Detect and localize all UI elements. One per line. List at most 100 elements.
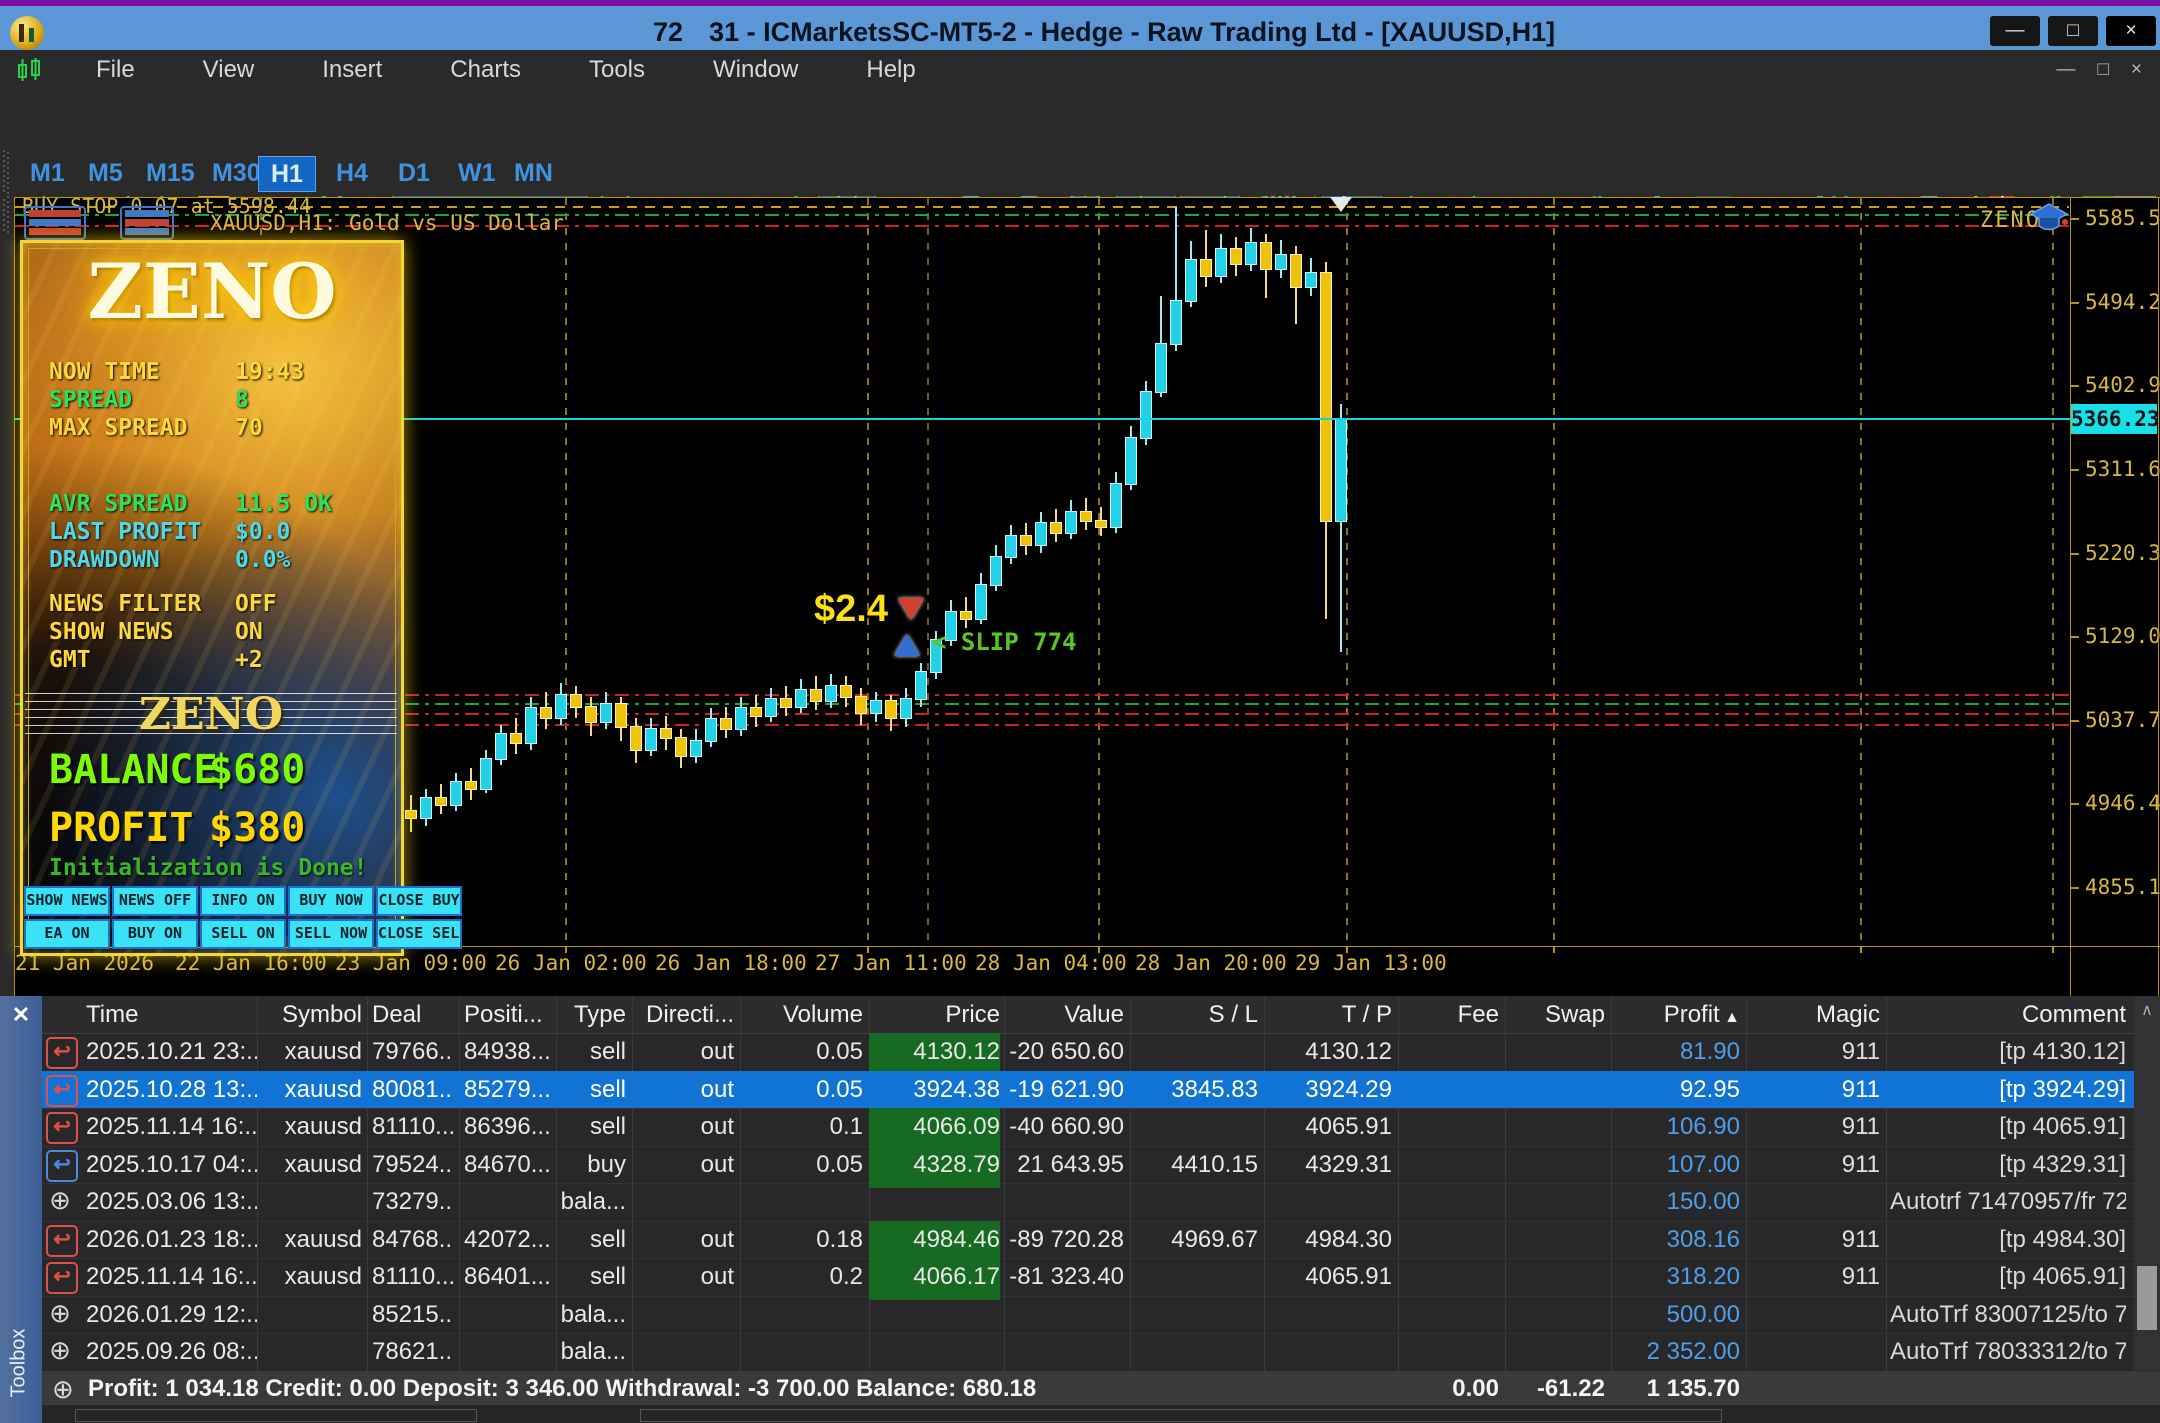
timeframe-h4[interactable]: H4 xyxy=(336,156,368,190)
minimize-button[interactable]: — xyxy=(1990,16,2040,46)
column-header-symbol[interactable]: Symbol xyxy=(262,1001,362,1029)
cell-value: -81 323.40 xyxy=(1008,1263,1124,1291)
column-header-time[interactable]: Time xyxy=(86,1001,257,1029)
menu-item-tools[interactable]: Tools xyxy=(589,56,645,84)
time-axis-tick xyxy=(867,947,869,953)
ea-button-close-buy[interactable]: CLOSE BUY xyxy=(376,886,462,916)
ea-stat-value: 0.0% xyxy=(235,547,290,573)
cell-type: sell xyxy=(560,1038,626,1066)
column-header-volume[interactable]: Volume xyxy=(744,1001,863,1029)
ea-button-ea-on[interactable]: EA ON xyxy=(24,919,110,949)
chart-shift-marker[interactable] xyxy=(1330,197,1352,212)
close-button[interactable]: × xyxy=(2106,16,2156,46)
toolbox-close-button[interactable]: ✕ xyxy=(4,1000,38,1030)
sell-arrow-marker xyxy=(898,598,924,620)
column-header-swap[interactable]: Swap xyxy=(1509,1001,1605,1029)
ea-button-sell-on[interactable]: SELL ON xyxy=(200,919,286,949)
ea-button-sell-now[interactable]: SELL NOW xyxy=(288,919,374,949)
menu-item-file[interactable]: File xyxy=(96,56,135,84)
toolbar-drag-handle[interactable] xyxy=(3,150,9,194)
account-summary-bar: ⊕ Profit: 1 034.18 Credit: 0.00 Deposit:… xyxy=(0,1371,2160,1405)
cell-position: 84938... xyxy=(464,1038,551,1066)
history-row[interactable]: ↩2025.10.28 13:...xauusd80081...85279...… xyxy=(42,1071,2134,1110)
price-axis-tick xyxy=(2070,803,2079,805)
toolbox-tab[interactable] xyxy=(75,1409,477,1422)
candle-body xyxy=(1215,248,1227,277)
history-row[interactable]: ↩2026.01.23 18:...xauusd84768...42072...… xyxy=(0,1221,2160,1260)
timeframe-h1[interactable]: H1 xyxy=(258,156,316,192)
scrollbar-thumb[interactable] xyxy=(2137,1266,2157,1330)
column-header-fee[interactable]: Fee xyxy=(1402,1001,1499,1029)
ea-stat-value: 70 xyxy=(235,415,263,441)
history-row[interactable]: ↩2025.11.14 16:...xauusd81110...86401...… xyxy=(0,1258,2160,1297)
column-header-tp[interactable]: T / P xyxy=(1268,1001,1392,1029)
candle-body xyxy=(1155,343,1167,394)
timeframe-d1[interactable]: D1 xyxy=(398,156,430,190)
ea-button-close-sell[interactable]: CLOSE SELL xyxy=(376,919,462,949)
cell-direction: out xyxy=(636,1151,734,1179)
candle-body xyxy=(1170,300,1182,345)
cell-value: 21 643.95 xyxy=(1008,1151,1124,1179)
menu-item-window[interactable]: Window xyxy=(713,56,798,84)
menu-item-charts[interactable]: Charts xyxy=(450,56,521,84)
column-header-comment[interactable]: Comment xyxy=(1890,1001,2126,1029)
timeframe-m30[interactable]: M30 xyxy=(212,156,261,190)
column-header-profit[interactable]: Profit ▲ xyxy=(1615,1001,1740,1029)
candle-body xyxy=(870,700,882,714)
restore-button[interactable]: □ xyxy=(2048,16,2098,46)
menu-item-view[interactable]: View xyxy=(203,56,255,84)
history-row[interactable]: ⊕2026.01.29 12:...85215...bala...500.00A… xyxy=(0,1296,2160,1335)
cell-tp: 3924.29 xyxy=(1268,1076,1392,1104)
timeframe-mn[interactable]: MN xyxy=(514,156,553,190)
scroll-up-arrow[interactable]: ∧ xyxy=(2134,1000,2160,1020)
mdi-restore-button[interactable]: □ xyxy=(2097,59,2108,81)
window-title: 72 31 - ICMarketsSC-MT5-2 - Hedge - Raw … xyxy=(653,17,1555,48)
column-header-deal[interactable]: Deal xyxy=(372,1001,454,1029)
column-header-magic[interactable]: Magic xyxy=(1750,1001,1880,1029)
ea-button-buy-on[interactable]: BUY ON xyxy=(112,919,198,949)
column-header-position[interactable]: Positi... xyxy=(464,1001,551,1029)
candle-body xyxy=(855,696,867,714)
ea-stat-label: NOW TIME xyxy=(49,359,160,385)
history-row[interactable]: ↩2025.11.14 16:...xauusd81110...86396...… xyxy=(0,1108,2160,1147)
column-header-type[interactable]: Type xyxy=(560,1001,626,1029)
trade-time-line xyxy=(927,198,929,946)
menu-item-help[interactable]: Help xyxy=(866,56,915,84)
toolbox-tab[interactable] xyxy=(640,1409,1722,1422)
level-line xyxy=(15,206,2069,208)
column-header-value[interactable]: Value xyxy=(1008,1001,1124,1029)
candle-body xyxy=(465,781,477,790)
timeframe-m5[interactable]: M5 xyxy=(88,156,123,190)
candle-body xyxy=(480,758,492,790)
cell-price: 4984.46 xyxy=(869,1221,1000,1263)
history-row[interactable]: ⊕2025.03.06 13:...73279...bala...150.00A… xyxy=(0,1183,2160,1222)
one-click-trading-icon[interactable] xyxy=(120,206,174,240)
depth-of-market-icon[interactable] xyxy=(24,206,86,240)
time-axis-tick xyxy=(1346,947,1348,953)
mdi-window-controls: — □ × xyxy=(2056,50,2142,90)
column-header-sl[interactable]: S / L xyxy=(1134,1001,1258,1029)
column-header-direction[interactable]: Directi... xyxy=(636,1001,734,1029)
ea-button-news-off[interactable]: NEWS OFF xyxy=(112,886,198,916)
menu-item-insert[interactable]: Insert xyxy=(322,56,382,84)
mdi-minimize-button[interactable]: — xyxy=(2056,59,2075,81)
ea-button-show-news[interactable]: SHOW NEWS xyxy=(24,886,110,916)
candle-body xyxy=(525,707,537,744)
mdi-close-button[interactable]: × xyxy=(2131,59,2142,81)
history-row[interactable]: ↩2025.10.17 04:...xauusd79524...84670...… xyxy=(0,1146,2160,1185)
profit-row: PROFIT$380 xyxy=(49,805,194,851)
timeframe-m1[interactable]: M1 xyxy=(30,156,65,190)
cell-profit: 318.20 xyxy=(1615,1263,1740,1291)
vertical-scrollbar[interactable]: ∧ xyxy=(2134,996,2160,1372)
history-row[interactable]: ⊕2025.09.26 08:...78621...bala...2 352.0… xyxy=(0,1333,2160,1372)
column-header-price[interactable]: Price xyxy=(869,1001,1000,1029)
balance-value: $680 xyxy=(209,747,305,793)
timeframe-m15[interactable]: M15 xyxy=(146,156,195,190)
ea-button-buy-now[interactable]: BUY NOW xyxy=(288,886,374,916)
ea-button-info-on[interactable]: INFO ON xyxy=(200,886,286,916)
history-row[interactable]: ↩2025.10.21 23:...xauusd79766...84938...… xyxy=(0,1033,2160,1072)
candle-body xyxy=(795,689,807,707)
timeframe-w1[interactable]: W1 xyxy=(458,156,496,190)
candle-body xyxy=(780,698,792,707)
cell-price: 4066.09 xyxy=(869,1108,1000,1150)
